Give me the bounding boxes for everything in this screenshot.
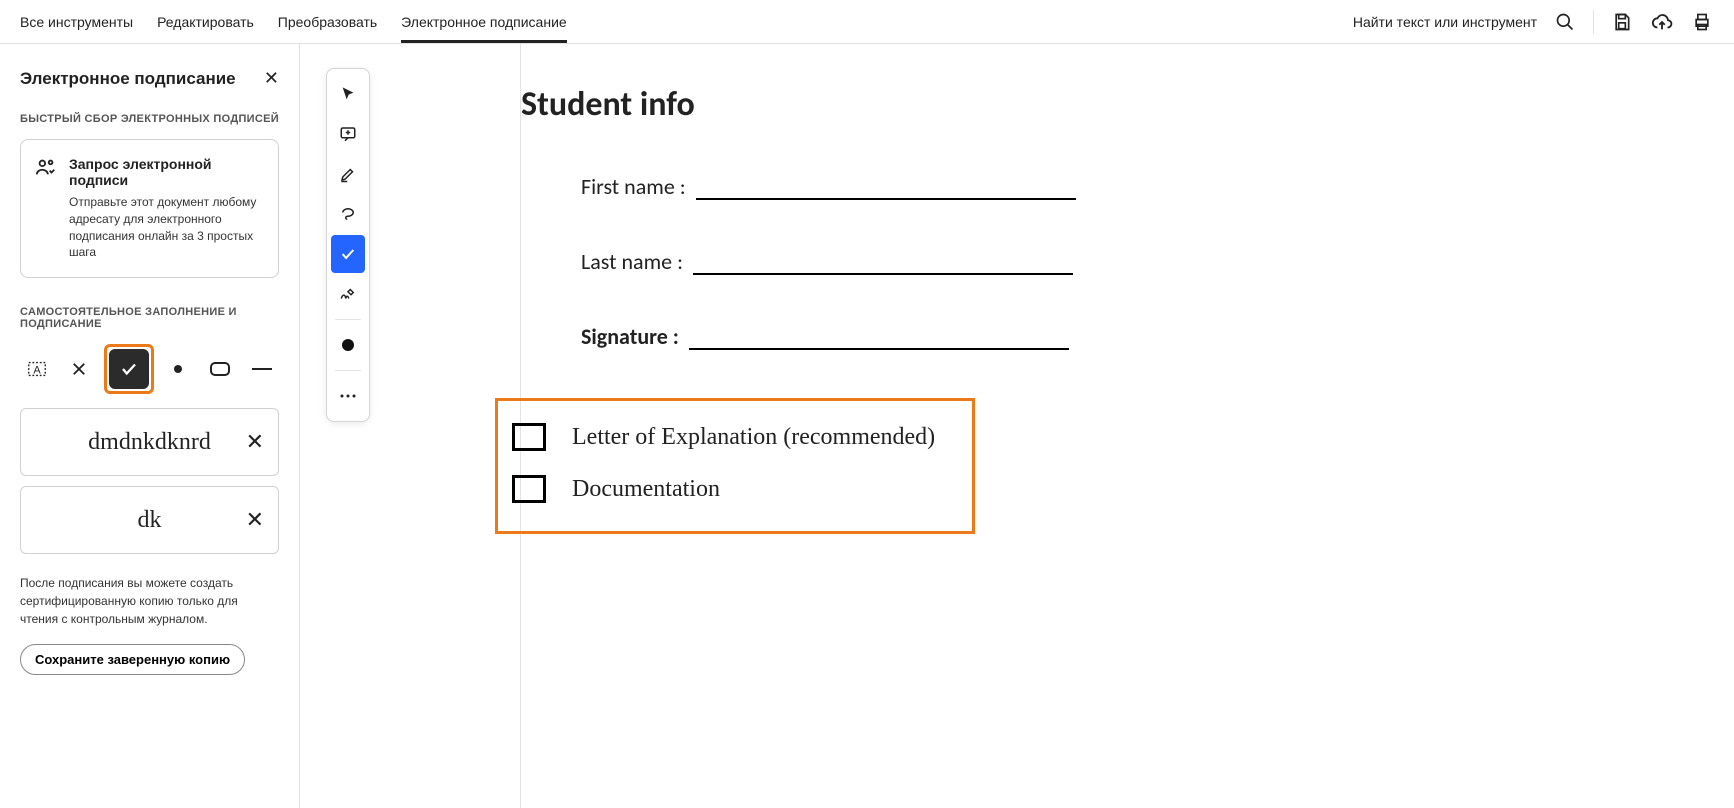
line-first-name[interactable] (696, 176, 1076, 200)
label-last-name: Last name : (581, 248, 683, 275)
tool-rect[interactable] (203, 349, 237, 389)
check-row-1: Letter of Explanation (recommended) (512, 423, 952, 451)
check-row-2: Documentation (512, 475, 952, 503)
tab-edit[interactable]: Редактировать (157, 2, 254, 42)
checkbox-label-letter: Letter of Explanation (recommended) (572, 424, 935, 451)
signature-text-1: dmdnkdknrd (88, 429, 211, 456)
sidebar-header: Электронное подписание ✕ (20, 68, 279, 89)
tab-all-tools[interactable]: Все инструменты (20, 2, 133, 42)
request-card-desc: Отправьте этот документ любому адресату … (69, 194, 264, 261)
tool-text-box[interactable]: A (20, 349, 54, 389)
signature-delete-1[interactable]: ✕ (246, 429, 264, 455)
tool-check[interactable] (109, 349, 149, 389)
tab-esign[interactable]: Электронное подписание (401, 2, 567, 42)
certify-note: После подписания вы можете создать серти… (20, 574, 279, 628)
highlight-check-tool (104, 344, 154, 394)
cloud-upload-icon[interactable] (1650, 10, 1674, 34)
field-first-name: First name : (581, 173, 1340, 200)
ft-check[interactable] (331, 235, 365, 273)
top-tabs: Все инструменты Редактировать Преобразов… (20, 2, 1353, 42)
line-signature[interactable] (689, 326, 1069, 350)
floating-toolbar (326, 68, 370, 422)
highlight-checkbox-area: Letter of Explanation (recommended) Docu… (495, 398, 975, 534)
svg-text:A: A (33, 365, 41, 377)
line-last-name[interactable] (693, 251, 1073, 275)
checkbox-label-documentation: Documentation (572, 476, 720, 503)
signature-box-2[interactable]: dk ✕ (20, 486, 279, 554)
document-page[interactable]: Student info First name : Last name : Si… (520, 44, 1340, 808)
label-signature: Signature : (581, 323, 679, 350)
print-icon[interactable] (1690, 10, 1714, 34)
top-right: Найти текст или инструмент (1353, 10, 1714, 34)
ft-color[interactable] (331, 326, 365, 364)
doc-title: Student info (521, 84, 1340, 125)
divider (1593, 10, 1594, 34)
tool-dot[interactable] (162, 349, 196, 389)
ft-cursor[interactable] (331, 75, 365, 113)
tool-x[interactable] (62, 349, 96, 389)
tool-line[interactable] (245, 349, 279, 389)
ft-more[interactable] (331, 377, 365, 415)
signature-box-1[interactable]: dmdnkdknrd ✕ (20, 408, 279, 476)
search-hint[interactable]: Найти текст или инструмент (1353, 14, 1537, 30)
ft-separator-2 (335, 370, 361, 371)
sidebar: Электронное подписание ✕ БЫСТРЫЙ СБОР ЭЛ… (0, 44, 300, 808)
close-icon[interactable]: ✕ (264, 68, 279, 89)
ft-sign[interactable] (331, 275, 365, 313)
canvas-area: Student info First name : Last name : Si… (300, 44, 1734, 808)
field-signature: Signature : (581, 323, 1340, 350)
save-icon[interactable] (1610, 10, 1634, 34)
signature-text-2: dk (138, 507, 162, 534)
request-signature-card[interactable]: Запрос электронной подписи Отправьте это… (20, 139, 279, 278)
ft-highlight[interactable] (331, 155, 365, 193)
fill-tool-row: A (20, 344, 279, 394)
checkbox-documentation[interactable] (512, 475, 546, 503)
section-quick-label: БЫСТРЫЙ СБОР ЭЛЕКТРОННЫХ ПОДПИСЕЙ (20, 113, 279, 125)
search-icon[interactable] (1553, 10, 1577, 34)
main: Электронное подписание ✕ БЫСТРЫЙ СБОР ЭЛ… (0, 44, 1734, 808)
top-bar: Все инструменты Редактировать Преобразов… (0, 0, 1734, 44)
ft-separator (335, 319, 361, 320)
label-first-name: First name : (581, 173, 686, 200)
ft-comment[interactable] (331, 115, 365, 153)
section-self-label: САМОСТОЯТЕЛЬНОЕ ЗАПОЛНЕНИЕ И ПОДПИСАНИЕ (20, 306, 279, 330)
save-certified-copy-button[interactable]: Сохраните заверенную копию (20, 644, 245, 675)
ft-lasso[interactable] (331, 195, 365, 233)
tab-convert[interactable]: Преобразовать (278, 2, 377, 42)
signature-delete-2[interactable]: ✕ (246, 507, 264, 533)
sidebar-title: Электронное подписание (20, 69, 236, 89)
people-icon (35, 156, 57, 261)
field-last-name: Last name : (581, 248, 1340, 275)
checkbox-letter[interactable] (512, 423, 546, 451)
request-card-title: Запрос электронной подписи (69, 156, 264, 188)
